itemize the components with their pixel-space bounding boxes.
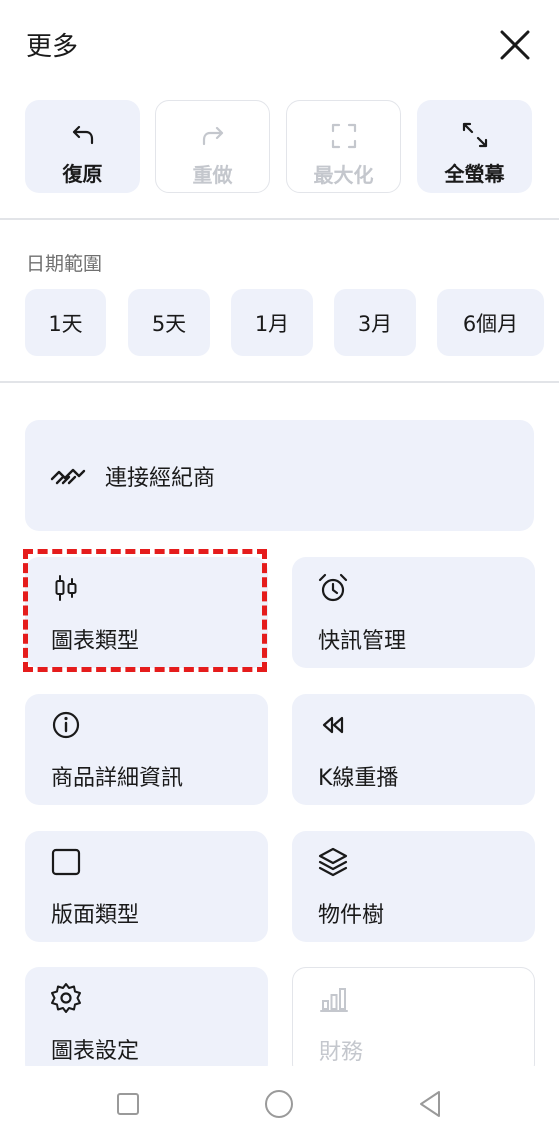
range-1d-button[interactable]: 1天 <box>25 289 106 356</box>
divider <box>0 381 559 383</box>
home-icon[interactable] <box>263 1088 295 1120</box>
layout-type-label: 版面類型 <box>51 903 140 928</box>
chart-settings-button[interactable]: 圖表設定 <box>25 967 268 1078</box>
layout-type-button[interactable]: 版面類型 <box>25 831 268 942</box>
handshake-icon <box>50 468 86 484</box>
system-navigation-bar <box>0 1066 559 1140</box>
back-icon[interactable] <box>415 1088 447 1120</box>
chart-settings-label: 圖表設定 <box>51 1039 140 1064</box>
candlestick-icon <box>55 575 77 601</box>
chart-type-button[interactable]: 圖表類型 <box>25 557 268 668</box>
bar-chart-icon <box>320 988 348 1012</box>
fullscreen-icon <box>462 122 487 148</box>
undo-icon <box>72 125 93 145</box>
bar-replay-button[interactable]: K線重播 <box>292 694 535 805</box>
page-title: 更多 <box>26 32 79 62</box>
range-5d-button[interactable]: 5天 <box>128 289 210 356</box>
divider <box>0 218 559 220</box>
redo-button[interactable]: 重做 <box>155 100 270 193</box>
alarm-clock-icon <box>318 573 348 602</box>
redo-label: 重做 <box>192 163 233 187</box>
symbol-info-label: 商品詳細資訊 <box>51 766 184 791</box>
alert-management-button[interactable]: 快訊管理 <box>292 557 535 668</box>
gear-icon <box>51 983 81 1013</box>
range-1m-button[interactable]: 1月 <box>231 289 313 356</box>
rewind-icon <box>322 716 344 734</box>
undo-button[interactable]: 復原 <box>25 100 140 193</box>
object-tree-label: 物件樹 <box>318 903 385 928</box>
financials-button[interactable]: 財務 <box>292 967 535 1078</box>
bar-replay-label: K線重播 <box>318 766 399 791</box>
close-icon[interactable] <box>498 28 532 62</box>
fullscreen-button[interactable]: 全螢幕 <box>417 100 532 193</box>
symbol-info-button[interactable]: 商品詳細資訊 <box>25 694 268 805</box>
maximize-icon <box>331 123 356 149</box>
object-tree-button[interactable]: 物件樹 <box>292 831 535 942</box>
redo-icon <box>202 126 223 146</box>
recent-apps-icon[interactable] <box>112 1088 144 1120</box>
layers-icon <box>318 847 348 877</box>
alert-management-label: 快訊管理 <box>318 629 407 654</box>
connect-broker-label: 連接經紀商 <box>105 465 216 491</box>
range-6m-button[interactable]: 6個月 <box>437 289 544 356</box>
square-icon <box>51 848 81 876</box>
maximize-button[interactable]: 最大化 <box>286 100 401 193</box>
info-icon <box>52 711 80 739</box>
connect-broker-button[interactable]: 連接經紀商 <box>25 420 534 531</box>
financials-label: 財務 <box>319 1040 364 1065</box>
maximize-label: 最大化 <box>313 163 374 187</box>
range-3m-button[interactable]: 3月 <box>334 289 416 356</box>
fullscreen-label: 全螢幕 <box>444 162 505 186</box>
undo-label: 復原 <box>62 162 103 186</box>
chart-type-label: 圖表類型 <box>51 629 140 654</box>
date-range-label: 日期範圍 <box>26 253 103 275</box>
